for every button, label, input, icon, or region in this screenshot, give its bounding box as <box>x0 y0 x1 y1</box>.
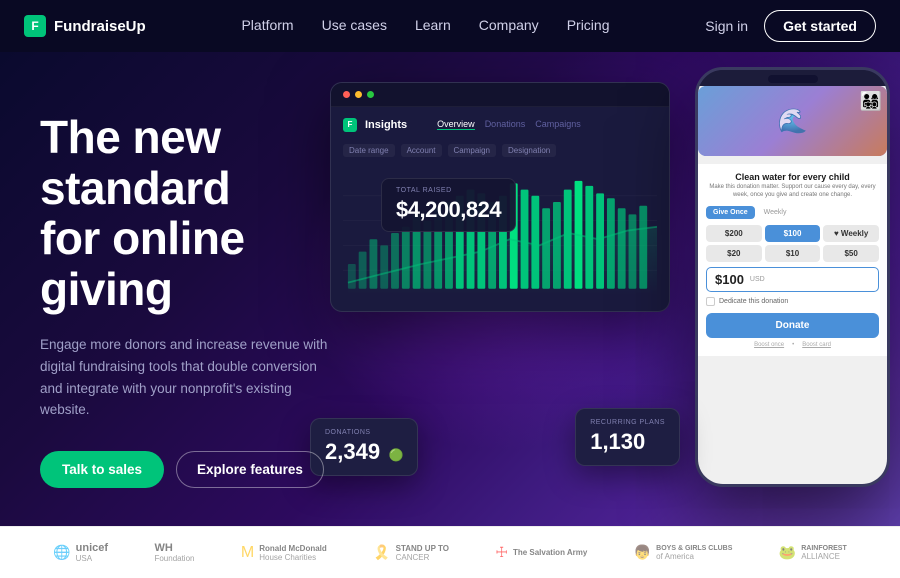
total-raised-badge: TOTAL RAISED $4,200,824 <box>381 178 516 232</box>
logo-ronald-mcdonald: M Ronald McDonald House Charities <box>241 544 327 562</box>
chart-area: TOTAL RAISED $4,200,824 <box>331 163 669 303</box>
total-raised-value: $4,200,824 <box>396 197 501 223</box>
amount-200[interactable]: $200 <box>706 225 762 242</box>
logo-unicef-sub: USA <box>76 554 108 563</box>
amount-100-selected[interactable]: $100 <box>765 225 821 242</box>
brand-name: FundraiseUp <box>54 18 146 35</box>
logo-bgc-sub: of America <box>656 552 732 561</box>
phone-dedicate-label: Dedicate this donation <box>719 298 788 305</box>
logo-ra-text: RAINFOREST <box>801 545 847 552</box>
dash-tab-overview: Overview <box>437 119 475 130</box>
phone-custom-amount[interactable]: $100 USD <box>706 267 879 292</box>
hero-buttons: Talk to sales Explore features <box>40 451 380 488</box>
phone-boost-card[interactable]: Boost card <box>802 342 831 348</box>
filter-account[interactable]: Account <box>401 144 442 157</box>
phone-mockup: 👨‍👩‍👧‍👦 🌊 Clean water for every child Ma… <box>695 67 890 487</box>
amount-20[interactable]: $20 <box>706 245 762 262</box>
talk-to-sales-button[interactable]: Talk to sales <box>40 451 164 488</box>
nav-pricing[interactable]: Pricing <box>567 17 610 33</box>
logo-icon: F <box>24 15 46 37</box>
hero-subtitle: Engage more donors and increase revenue … <box>40 334 330 420</box>
total-raised-label: TOTAL RAISED <box>396 187 501 194</box>
logo-ra-sub: ALLIANCE <box>801 552 847 561</box>
logo-stand-up-cancer: 🎗️ STAND UP TO CANCER <box>373 544 449 562</box>
logo-boys-girls-club: 👦 BOYS & GIRLS CLUBS of America <box>634 544 733 561</box>
logo-wh-foundation: WH Foundation <box>154 542 194 563</box>
logo-salvation-army: ☩ The Salvation Army <box>495 544 587 561</box>
navbar: F FundraiseUp Platform Use cases Learn C… <box>0 0 900 52</box>
hero-visuals: F Insights Overview Donations Campaigns … <box>300 52 900 526</box>
nav-links: Platform Use cases Learn Company Pricing <box>241 17 609 35</box>
logo-wh-sub: Foundation <box>154 554 194 563</box>
nav-platform[interactable]: Platform <box>241 17 293 33</box>
nav-learn[interactable]: Learn <box>415 17 451 33</box>
dashboard-nav-tabs: Overview Donations Campaigns <box>425 115 593 134</box>
logo-rm-sub: House Charities <box>259 553 327 562</box>
phone-dedicate-row: Dedicate this donation <box>706 297 879 306</box>
logo-sa-text: The Salvation Army <box>513 548 587 557</box>
phone-weekly-tab[interactable]: Weekly <box>759 206 792 219</box>
dashboard-controls: Date range Account Campaign Designation <box>331 138 669 163</box>
recurring-value: 1,130 <box>590 429 665 455</box>
logo-unicef-text: unicef <box>76 542 108 554</box>
dashboard-header <box>331 83 669 107</box>
phone-card-title: Clean water for every child <box>706 172 879 182</box>
nav-company[interactable]: Company <box>479 17 539 33</box>
hero-left: The new standard for online giving Engag… <box>0 52 380 526</box>
phone-image-area: 👨‍👩‍👧‍👦 🌊 <box>698 86 887 156</box>
hero-section: The new standard for online giving Engag… <box>0 52 900 526</box>
donations-emoji-icon: 🟢 <box>389 448 404 462</box>
logo-unicef: 🌐 unicef USA <box>53 542 108 563</box>
filter-designation[interactable]: Designation <box>502 144 556 157</box>
phone-donate-button[interactable]: Donate <box>706 313 879 338</box>
logo-rm-text: Ronald McDonald <box>259 544 327 553</box>
nav-right: Sign in Get started <box>705 10 876 42</box>
hero-title: The new standard for online giving <box>40 112 380 314</box>
recurring-plans-card: RECURRING PLANS 1,130 <box>575 408 680 466</box>
dashboard-card: F Insights Overview Donations Campaigns … <box>330 82 670 312</box>
phone-give-once-tab[interactable]: Give Once <box>706 206 755 219</box>
dash-tab-campaigns: Campaigns <box>535 119 581 130</box>
freq-weekly[interactable]: ♥ Weekly <box>823 225 879 242</box>
phone-footer: Boost once • Boost card <box>706 342 879 348</box>
amount-50[interactable]: $50 <box>823 245 879 262</box>
logo-bgc-text: BOYS & GIRLS CLUBS <box>656 545 732 552</box>
phone-boost-once[interactable]: Boost once <box>754 342 784 348</box>
logo-wh-text: WH <box>154 542 194 554</box>
logo-suc-text: STAND UP TO <box>396 544 449 553</box>
brand-logo[interactable]: F FundraiseUp <box>24 15 146 37</box>
explore-features-button[interactable]: Explore features <box>176 451 324 488</box>
logos-bar: 🌐 unicef USA WH Foundation M Ronald McDo… <box>0 526 900 578</box>
logo-suc-sub: CANCER <box>396 553 449 562</box>
nav-use-cases[interactable]: Use cases <box>322 17 387 33</box>
logo-rainforest-alliance: 🐸 RAINFOREST ALLIANCE <box>779 544 847 561</box>
phone-dedicate-checkbox[interactable] <box>706 297 715 306</box>
get-started-button[interactable]: Get started <box>764 10 876 42</box>
recurring-label: RECURRING PLANS <box>590 419 665 426</box>
sign-in-button[interactable]: Sign in <box>705 18 748 34</box>
amount-10[interactable]: $10 <box>765 245 821 262</box>
dashboard-title-bar: F Insights Overview Donations Campaigns <box>331 107 669 138</box>
filter-campaign[interactable]: Campaign <box>448 144 496 157</box>
phone-card-subtitle: Make this donation matter. Support our c… <box>706 184 879 200</box>
dash-tab-donations: Donations <box>485 119 526 130</box>
